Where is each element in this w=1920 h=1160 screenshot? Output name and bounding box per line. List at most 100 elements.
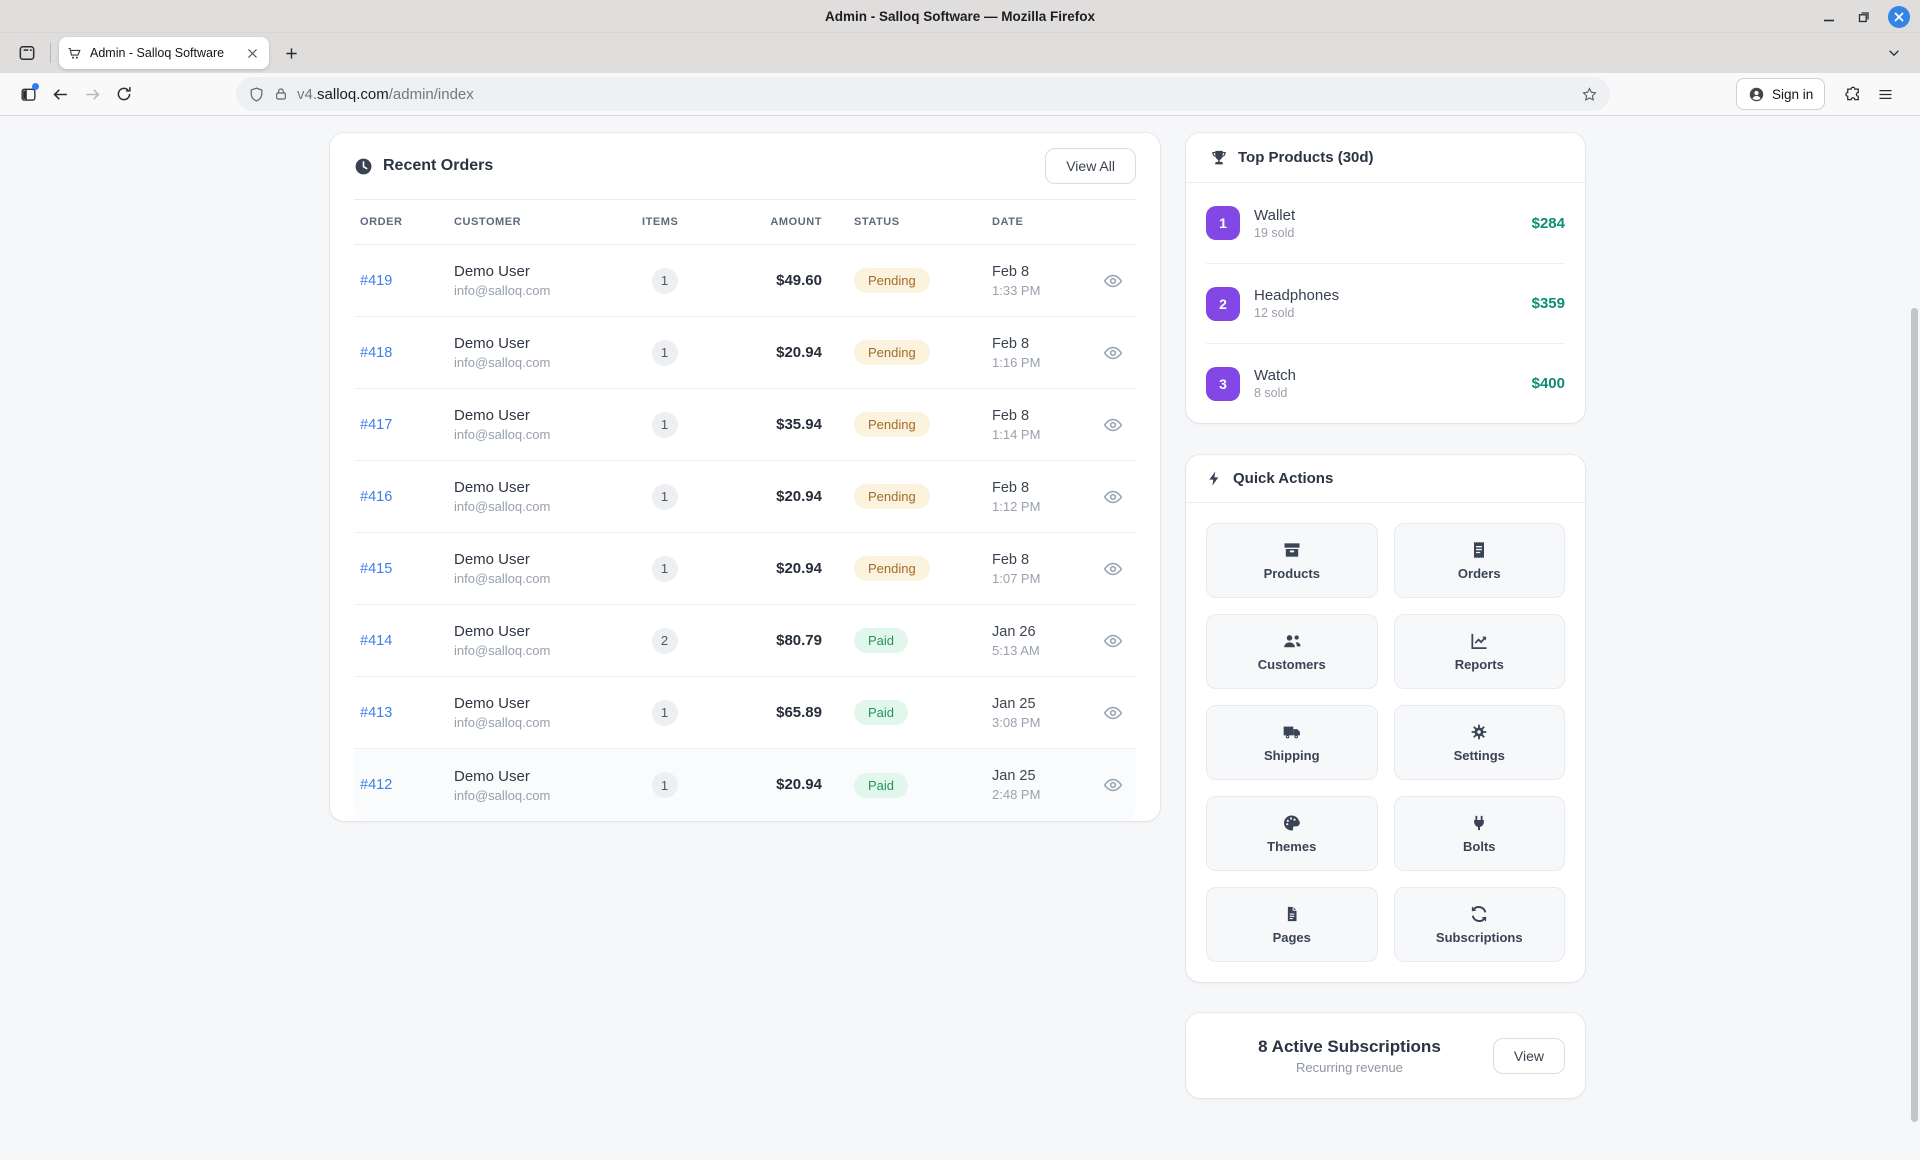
- top-product-row: 3 Watch 8 sold $400: [1206, 343, 1565, 423]
- quick-action-tile[interactable]: Pages: [1206, 887, 1378, 962]
- view-order-eye-icon[interactable]: [1098, 410, 1128, 440]
- product-sold: 19 sold: [1254, 226, 1518, 240]
- top-product-row: 1 Wallet 19 sold $284: [1206, 183, 1565, 263]
- page-scrollbar[interactable]: [1911, 308, 1918, 1122]
- view-order-eye-icon[interactable]: [1098, 554, 1128, 584]
- status-badge: Paid: [854, 700, 908, 725]
- quick-action-label: Orders: [1458, 566, 1501, 581]
- extensions-icon[interactable]: [1837, 78, 1869, 110]
- date-time: 2:48 PM: [992, 787, 1090, 802]
- items-badge: 1: [652, 484, 678, 510]
- quick-actions-grid: Products Orders Customers Reports Shippi…: [1186, 503, 1585, 982]
- quick-action-tile[interactable]: Themes: [1206, 796, 1378, 871]
- date-day: Jan 25: [992, 696, 1090, 712]
- order-link[interactable]: #414: [360, 633, 392, 649]
- customer-name: Demo User: [454, 263, 622, 280]
- quick-action-label: Settings: [1454, 748, 1505, 763]
- table-row: #415 Demo User info@salloq.com 1 $20.94 …: [354, 533, 1136, 605]
- orders-table-body: #419 Demo User info@salloq.com 1 $49.60 …: [354, 245, 1136, 821]
- firefox-view-icon[interactable]: [12, 39, 42, 67]
- back-icon[interactable]: [44, 78, 76, 110]
- order-link[interactable]: #417: [360, 417, 392, 433]
- window-title: Admin - Salloq Software — Mozilla Firefo…: [825, 9, 1095, 24]
- list-all-tabs-chevron-icon[interactable]: [1880, 39, 1908, 67]
- quick-action-label: Shipping: [1264, 748, 1320, 763]
- quick-action-tile[interactable]: Subscriptions: [1394, 887, 1566, 962]
- reload-icon[interactable]: [108, 78, 140, 110]
- notification-dot: [32, 83, 39, 90]
- quick-action-tile[interactable]: Orders: [1394, 523, 1566, 598]
- status-badge: Pending: [854, 340, 930, 365]
- date-time: 1:12 PM: [992, 499, 1090, 514]
- menu-hamburger-icon[interactable]: [1869, 78, 1901, 110]
- status-badge: Pending: [854, 412, 930, 437]
- quick-action-tile[interactable]: Bolts: [1394, 796, 1566, 871]
- order-link[interactable]: #415: [360, 561, 392, 577]
- column-header: Order: [354, 216, 454, 228]
- bookmark-star-icon[interactable]: [1581, 86, 1598, 103]
- tab-admin-salloq[interactable]: Admin - Salloq Software: [59, 37, 269, 69]
- quick-action-tile[interactable]: Shipping: [1206, 705, 1378, 780]
- quick-action-tile[interactable]: Products: [1206, 523, 1378, 598]
- amount-value: $20.94: [776, 560, 822, 577]
- rotate-icon: [1469, 904, 1489, 924]
- view-order-eye-icon[interactable]: [1098, 266, 1128, 296]
- table-row: #413 Demo User info@salloq.com 1 $65.89 …: [354, 677, 1136, 749]
- date-day: Jan 25: [992, 768, 1090, 784]
- order-link[interactable]: #416: [360, 489, 392, 505]
- view-order-eye-icon[interactable]: [1098, 698, 1128, 728]
- date-day: Feb 8: [992, 552, 1090, 568]
- view-order-eye-icon[interactable]: [1098, 770, 1128, 800]
- customer-name: Demo User: [454, 695, 622, 712]
- forward-icon[interactable]: [76, 78, 108, 110]
- lock-icon[interactable]: [273, 86, 289, 102]
- restore-button[interactable]: [1853, 6, 1875, 28]
- amount-value: $20.94: [776, 488, 822, 505]
- shield-icon[interactable]: [248, 86, 265, 103]
- account-avatar-icon: [1748, 86, 1765, 103]
- customer-email: info@salloq.com: [454, 283, 622, 298]
- column-header: Status: [822, 216, 962, 228]
- close-button[interactable]: [1888, 6, 1910, 28]
- customer-email: info@salloq.com: [454, 499, 622, 514]
- gear-icon: [1469, 722, 1489, 742]
- rank-badge: 3: [1206, 367, 1240, 401]
- sign-in-button[interactable]: Sign in: [1736, 78, 1825, 110]
- tab-close-icon[interactable]: [243, 44, 261, 62]
- plug-icon: [1470, 813, 1488, 833]
- customer-email: info@salloq.com: [454, 715, 622, 730]
- order-link[interactable]: #413: [360, 705, 392, 721]
- date-day: Feb 8: [992, 480, 1090, 496]
- url-bar[interactable]: v4.salloq.com/admin/index: [236, 77, 1610, 111]
- quick-action-tile[interactable]: Settings: [1394, 705, 1566, 780]
- items-badge: 1: [652, 772, 678, 798]
- recent-orders-card: Recent Orders View All OrderCustomerItem…: [330, 133, 1160, 821]
- url-text[interactable]: v4.salloq.com/admin/index: [297, 86, 1573, 103]
- users-icon: [1281, 631, 1303, 651]
- quick-action-tile[interactable]: Reports: [1394, 614, 1566, 689]
- sidebar-toggle-icon[interactable]: [12, 78, 44, 110]
- order-link[interactable]: #418: [360, 345, 392, 361]
- quick-action-label: Products: [1264, 566, 1320, 581]
- view-all-button[interactable]: View All: [1045, 148, 1136, 184]
- items-badge: 2: [652, 628, 678, 654]
- product-price: $359: [1532, 295, 1565, 312]
- subscriptions-view-button[interactable]: View: [1493, 1038, 1565, 1074]
- minimize-button[interactable]: [1818, 6, 1840, 28]
- quick-actions-card: Quick Actions Products Orders Customers …: [1186, 455, 1585, 982]
- table-row: #419 Demo User info@salloq.com 1 $49.60 …: [354, 245, 1136, 317]
- page-content: Recent Orders View All OrderCustomerItem…: [0, 116, 1920, 1160]
- order-link[interactable]: #412: [360, 777, 392, 793]
- order-link[interactable]: #419: [360, 273, 392, 289]
- quick-action-tile[interactable]: Customers: [1206, 614, 1378, 689]
- customer-name: Demo User: [454, 407, 622, 424]
- view-order-eye-icon[interactable]: [1098, 626, 1128, 656]
- new-tab-button[interactable]: [277, 39, 305, 67]
- file-icon: [1283, 904, 1301, 924]
- amount-value: $49.60: [776, 272, 822, 289]
- view-order-eye-icon[interactable]: [1098, 482, 1128, 512]
- cart-favicon-icon: [67, 46, 82, 61]
- orders-table-header: OrderCustomerItemsAmountStatusDate: [354, 199, 1136, 245]
- date-time: 1:07 PM: [992, 571, 1090, 586]
- view-order-eye-icon[interactable]: [1098, 338, 1128, 368]
